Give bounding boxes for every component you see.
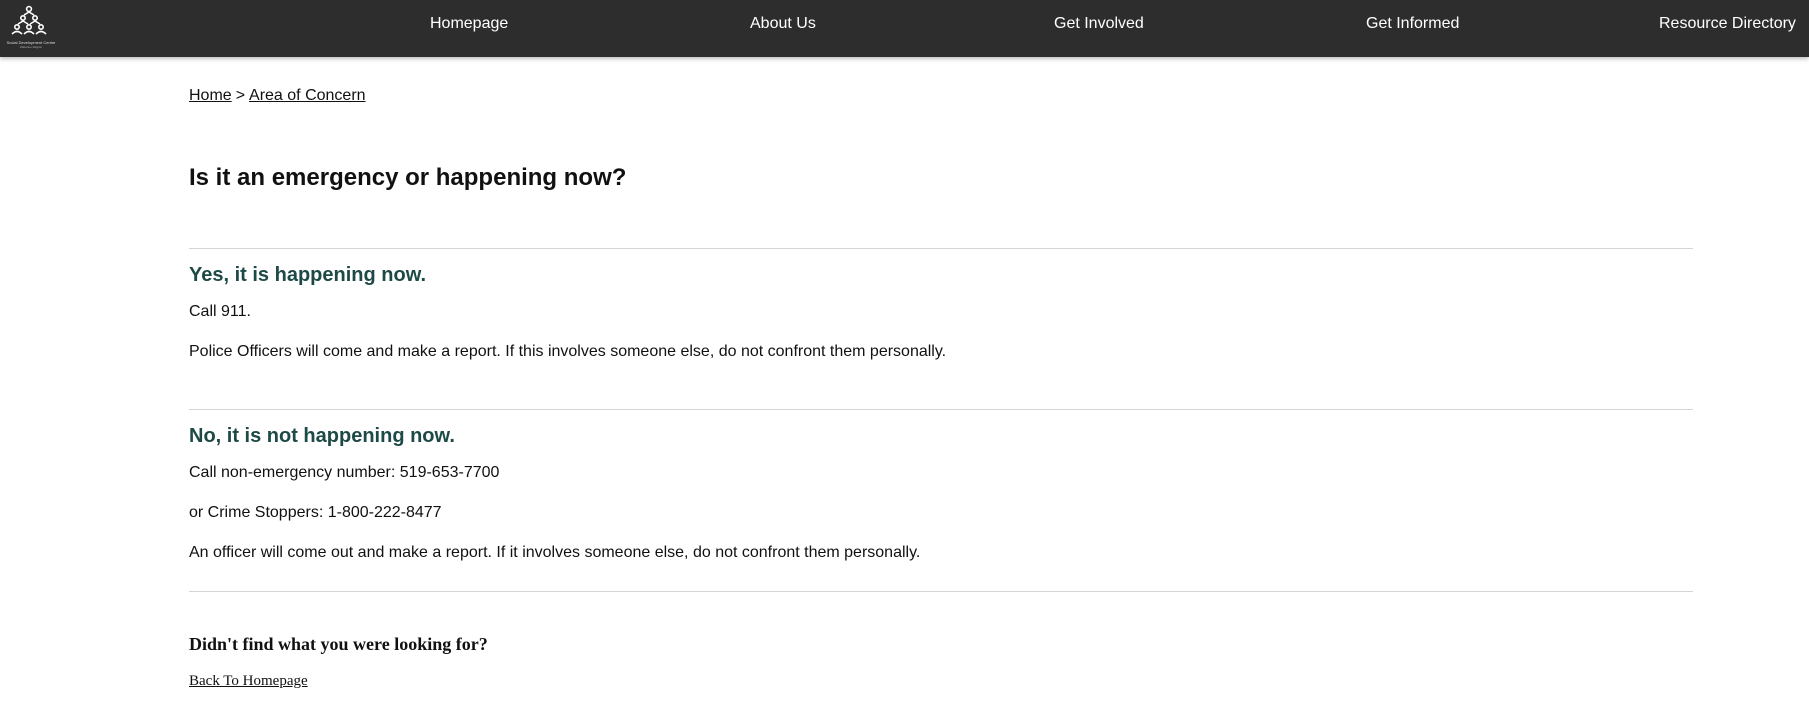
- section-title-yes: Yes, it is happening now.: [189, 264, 427, 286]
- page-title: Is it an emergency or happening now?: [189, 164, 627, 191]
- nav-get-involved[interactable]: Get Involved: [1054, 14, 1144, 34]
- section-no-non-emergency-number: Call non-emergency number: 519-653-7700: [189, 464, 500, 481]
- not-found-question: Didn't find what you were looking for?: [189, 634, 488, 654]
- section-divider: [189, 591, 1693, 592]
- nav-about-us[interactable]: About Us: [750, 14, 816, 34]
- section-yes-call-911: Call 911.: [189, 303, 251, 320]
- breadcrumb-separator: >: [235, 87, 246, 104]
- top-navigation-bar: Social Development Centre Waterloo Regio…: [0, 0, 1809, 57]
- breadcrumb: Home > Area of Concern: [189, 86, 366, 106]
- people-tree-logo-icon: [11, 5, 47, 35]
- nav-resource-directory[interactable]: Resource Directory: [1659, 14, 1796, 34]
- breadcrumb-home-link[interactable]: Home: [189, 87, 232, 104]
- back-to-homepage-link[interactable]: Back To Homepage: [189, 672, 308, 690]
- section-no-crime-stoppers: or Crime Stoppers: 1-800-222-8477: [189, 504, 442, 521]
- section-yes-description: Police Officers will come and make a rep…: [189, 343, 947, 360]
- section-divider: [189, 248, 1693, 249]
- site-logo[interactable]: Social Development Centre Waterloo Regio…: [3, 4, 55, 50]
- section-no-description: An officer will come out and make a repo…: [189, 544, 921, 561]
- section-divider: [189, 409, 1693, 410]
- breadcrumb-current-link[interactable]: Area of Concern: [249, 87, 366, 104]
- nav-homepage[interactable]: Homepage: [430, 14, 508, 34]
- logo-tagline: Waterloo Region: [19, 45, 43, 49]
- nav-get-informed[interactable]: Get Informed: [1366, 14, 1459, 34]
- section-title-no: No, it is not happening now.: [189, 425, 455, 447]
